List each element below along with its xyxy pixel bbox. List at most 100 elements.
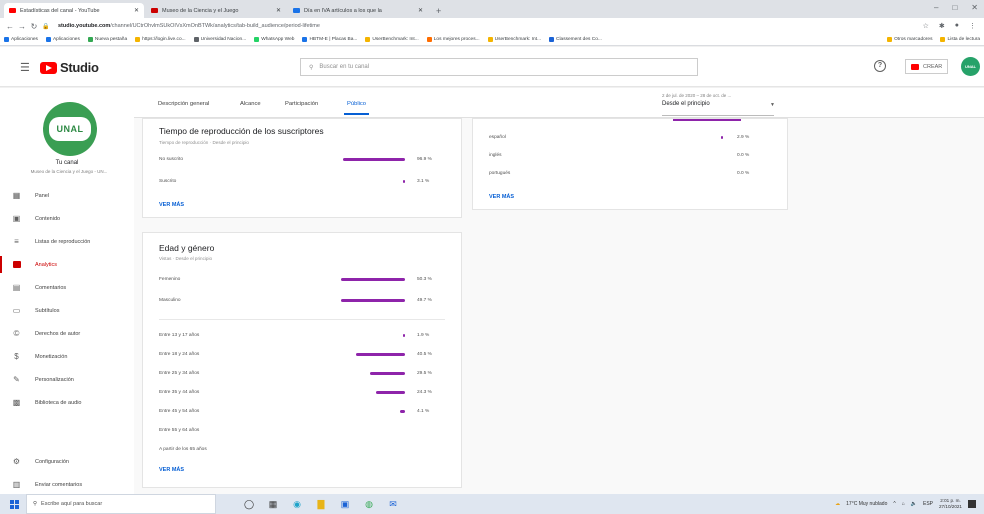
bookmark-item[interactable]: UserBenchmark: Int... xyxy=(365,37,419,42)
card-subtitle: Tiempo de reproducción · Desde el princi… xyxy=(159,140,249,145)
sidebar-item-biblioteca-de-audio[interactable]: ▩ Biblioteca de audio xyxy=(0,391,134,414)
edge-browser-icon[interactable]: ◉ xyxy=(292,499,302,509)
sidebar-item-enviar-comentarios[interactable]: ▥ Enviar comentarios xyxy=(0,473,134,496)
sidebar-item-comentarios[interactable]: ▤ Comentarios xyxy=(0,276,134,299)
widgets-icon[interactable]: ▦ xyxy=(268,499,278,509)
sidebar-item-panel[interactable]: ▦ Panel xyxy=(0,184,134,207)
volume-icon[interactable]: 🔈 xyxy=(911,501,917,507)
language-indicator[interactable]: ESP xyxy=(923,501,933,507)
task-view-icon[interactable]: ◯ xyxy=(244,499,254,509)
folder-icon xyxy=(887,37,893,42)
language-bar-top xyxy=(673,119,741,121)
browser-tab[interactable]: Día en IVA artículos a los que la ✕ xyxy=(288,3,428,18)
tab-reach[interactable]: Alcance xyxy=(240,101,261,107)
extensions-icon[interactable]: ✱ xyxy=(939,22,945,30)
sidebar-item-monetizaci-n[interactable]: $ Monetización xyxy=(0,345,134,368)
star-icon[interactable]: ☆ xyxy=(923,22,929,30)
stat-value: 50.3 % xyxy=(417,277,432,282)
content-icon: ▣ xyxy=(12,214,21,223)
maximize-icon[interactable]: □ xyxy=(952,3,957,12)
date-range-text: 2 de jul. de 2020 – 28 de oct. de ... xyxy=(662,93,732,98)
windows-start-icon[interactable] xyxy=(10,499,19,509)
search-input[interactable]: ⚲ Buscar en tu canal xyxy=(300,58,698,76)
tab-audience[interactable]: Público xyxy=(343,101,370,115)
store-icon[interactable]: ▣ xyxy=(340,499,350,509)
minimize-icon[interactable]: – xyxy=(934,3,938,12)
stat-row: A partir de los 65 años xyxy=(159,445,445,455)
help-icon[interactable]: ? xyxy=(874,60,886,72)
sidebar-item-personalizaci-n[interactable]: ✎ Personalización xyxy=(0,368,134,391)
bookmark-item[interactable]: Aplicaciones xyxy=(4,37,38,42)
bookmark-item[interactable]: Los mejores proces... xyxy=(426,37,480,42)
account-avatar[interactable]: UNAL xyxy=(961,57,980,76)
bookmark-item[interactable]: Classement des Co... xyxy=(549,37,602,42)
bookmark-item[interactable]: Nueva pestaña xyxy=(87,37,127,42)
stat-value: 24.3 % xyxy=(417,390,432,395)
taskbar-search-input[interactable]: ⚲ Escribe aquí para buscar xyxy=(26,494,216,514)
bookmark-item[interactable]: https://login.live.co... xyxy=(135,37,186,42)
tab-close-icon[interactable]: ✕ xyxy=(276,7,281,14)
sidebar-item-configuraci-n[interactable]: ⚙ Configuración xyxy=(0,450,134,473)
create-button[interactable]: CREAR xyxy=(905,59,949,74)
see-more-link[interactable]: VER MÁS xyxy=(159,467,184,473)
back-icon[interactable]: ← xyxy=(4,22,16,31)
stat-row: Femenino 50.3 % xyxy=(159,275,445,285)
bookmark-folder[interactable]: Lista de lectura xyxy=(940,37,980,42)
stat-row: Suscrito 3.1 % xyxy=(159,177,445,187)
sidebar-item-label: Listas de reproducción xyxy=(35,238,91,245)
tab-overview[interactable]: Descripción general xyxy=(158,101,209,107)
sidebar-item-analytics[interactable]: Analytics xyxy=(0,253,134,276)
see-more-link[interactable]: VER MÁS xyxy=(489,194,514,200)
card-title: Tiempo de reproducción de los suscriptor… xyxy=(159,126,324,136)
see-more-link[interactable]: VER MÁS xyxy=(159,202,184,208)
stat-value: 3.1 % xyxy=(417,179,430,184)
bookmark-label: https://login.live.co... xyxy=(142,37,186,42)
close-window-icon[interactable]: ✕ xyxy=(971,3,978,12)
tab-engagement[interactable]: Participación xyxy=(285,101,318,107)
profile-icon[interactable]: ● xyxy=(955,22,959,30)
sidebar-item-contenido[interactable]: ▣ Contenido xyxy=(0,207,134,230)
system-tray: ☁ 17°C Muy nublado ^ ⌂ 🔈 ESP 2:01 p. m. … xyxy=(835,498,984,510)
browser-tab[interactable]: Museo de la Ciencia y el Juego ✕ xyxy=(146,3,286,18)
clock-date: 27/10/2021 xyxy=(939,504,962,509)
hamburger-menu-icon[interactable]: ☰ xyxy=(20,61,30,74)
sidebar-item-subt-tulos[interactable]: ▭ Subtítulos xyxy=(0,299,134,322)
stat-label: Entre 35 y 44 años xyxy=(159,390,200,395)
network-icon[interactable]: ⌂ xyxy=(902,501,905,507)
bookmark-item[interactable]: Aplicaciones xyxy=(45,37,80,42)
subscriber-watchtime-card: Tiempo de reproducción de los suscriptor… xyxy=(142,118,462,218)
bookmark-item[interactable]: WhatsApp Web xyxy=(254,37,294,42)
weather-text[interactable]: 17°C Muy nublado xyxy=(846,501,887,507)
chrome-icon[interactable]: ◍ xyxy=(364,499,374,509)
sidebar-item-derechos-de-autor[interactable]: © Derechos de autor xyxy=(0,322,134,345)
bookmark-item[interactable]: UserBenchmark: Int... xyxy=(487,37,541,42)
stat-label: Entre 45 y 54 años xyxy=(159,409,200,414)
bookmark-folder[interactable]: Otros marcadores xyxy=(887,37,932,42)
tab-label: Estadísticas del canal - YouTube xyxy=(20,7,100,14)
menu-icon[interactable]: ⋮ xyxy=(969,22,976,30)
channel-avatar[interactable]: UNAL xyxy=(43,102,97,156)
tab-close-icon[interactable]: ✕ xyxy=(134,7,139,14)
reload-icon[interactable]: ↻ xyxy=(28,22,40,31)
notification-icon[interactable] xyxy=(968,500,976,508)
channel-logo-text: UNAL xyxy=(49,117,91,141)
file-explorer-icon[interactable]: ▇ xyxy=(316,499,326,509)
stat-bar xyxy=(402,334,405,337)
tab-favicon-icon xyxy=(9,8,16,13)
bookmark-item[interactable]: HBTM-E | Placas Ba... xyxy=(302,37,357,42)
analytics-main: Descripción general Alcance Participació… xyxy=(134,88,984,494)
sidebar-item-listas-de-reproducci-n[interactable]: ≡ Listas de reproducción xyxy=(0,230,134,253)
stat-label: Entre 18 y 24 años xyxy=(159,352,200,357)
mail-icon[interactable]: ✉ xyxy=(388,499,398,509)
tray-arrow-icon[interactable]: ^ xyxy=(893,501,895,507)
forward-icon[interactable]: → xyxy=(16,22,28,31)
studio-logo[interactable]: Studio xyxy=(40,60,99,75)
clock[interactable]: 2:01 p. m. 27/10/2021 xyxy=(939,498,962,510)
bookmark-item[interactable]: Universidad Nacion... xyxy=(193,37,246,42)
date-range-selector[interactable]: 2 de jul. de 2020 – 28 de oct. de ... De… xyxy=(662,93,775,116)
tab-close-icon[interactable]: ✕ xyxy=(418,7,423,14)
browser-tab[interactable]: Estadísticas del canal - YouTube ✕ xyxy=(4,3,144,18)
sidebar-item-label: Configuración xyxy=(35,458,69,465)
new-tab-button[interactable]: + xyxy=(430,6,447,18)
url-field[interactable]: studio.youtube.com/channel/UCtrOhvlmSUkO… xyxy=(58,23,923,29)
